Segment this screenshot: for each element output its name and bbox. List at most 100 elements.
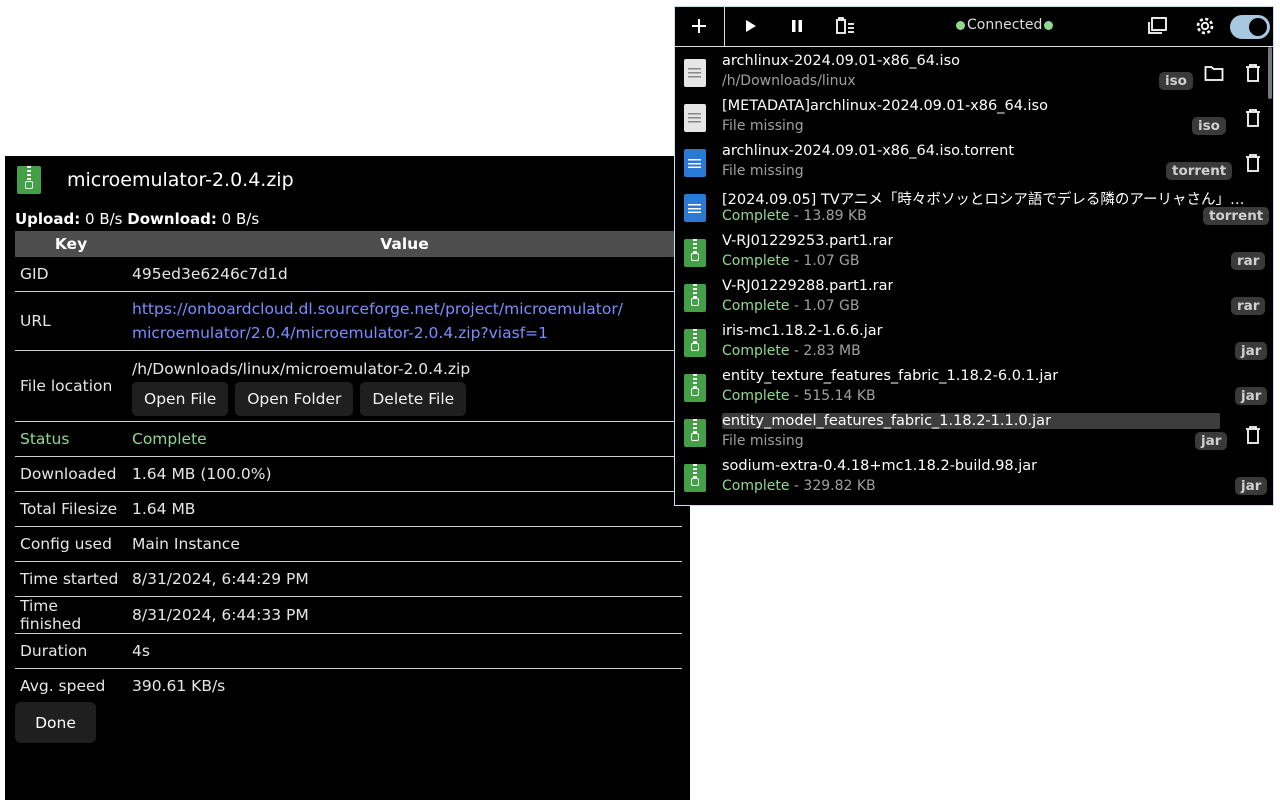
list-item[interactable]: archlinux-2024.09.01-x86_64.iso.torrent F… xyxy=(675,137,1273,182)
connection-status-text: Connected xyxy=(967,17,1043,33)
document-file-icon xyxy=(684,104,706,132)
item-name: entity_model_features_fabric_1.18.2-1.1.… xyxy=(722,413,1220,429)
item-name: [METADATA]archlinux-2024.09.01-x86_64.is… xyxy=(722,98,1048,114)
document-file-icon xyxy=(684,59,706,87)
delete-file-button[interactable]: Delete File xyxy=(360,381,467,416)
item-status: File missing xyxy=(722,433,804,449)
trash-icon[interactable] xyxy=(1242,425,1264,447)
row-location: File location /h/Downloads/linux/microem… xyxy=(15,350,682,422)
open-file-button[interactable]: Open File xyxy=(132,381,229,416)
toolbar-divider xyxy=(724,7,725,46)
value: 495ed3e6246c7d1d xyxy=(127,257,682,292)
url-line-1: https://onboardcloud.dl.sourceforge.net/… xyxy=(132,300,623,318)
window-icon[interactable] xyxy=(1145,14,1169,38)
upload-value: 0 B/s xyxy=(85,210,123,228)
toolbar: Connected xyxy=(675,7,1273,47)
trash-icon[interactable] xyxy=(1242,153,1264,175)
row-status: Status Complete xyxy=(15,421,682,457)
type-badge: iso xyxy=(1159,72,1193,90)
item-status: Complete - 1.07 GB xyxy=(722,298,860,314)
status-value: Complete xyxy=(127,421,682,457)
status-dot-left xyxy=(956,20,965,30)
clear-list-icon[interactable] xyxy=(833,14,857,38)
list-item[interactable]: V-RJ01229288.part1.rar Complete - 1.07 GB… xyxy=(675,272,1273,317)
download-label: Download: xyxy=(127,210,217,228)
item-name: entity_texture_features_fabric_1.18.2-6.… xyxy=(722,368,1059,384)
status-text: Complete xyxy=(722,298,790,314)
type-badge: jar xyxy=(1195,432,1228,450)
zip-file-icon xyxy=(684,374,706,402)
value: 1.64 MB (100.0%) xyxy=(127,456,682,492)
type-badge: rar xyxy=(1231,297,1266,315)
size-text: - 515.14 KB xyxy=(789,388,876,404)
item-name: archlinux-2024.09.01-x86_64.iso.torrent xyxy=(722,143,1015,159)
status-text: Complete xyxy=(722,253,790,269)
item-status: Complete - 1.07 GB xyxy=(722,253,860,269)
row-filesize: Total Filesize 1.64 MB xyxy=(15,491,682,527)
list-item[interactable]: entity_model_features_fabric_1.18.2-1.1.… xyxy=(675,407,1273,452)
zip-file-icon xyxy=(684,284,706,312)
value: 1.64 MB xyxy=(127,491,682,527)
status-text: File missing xyxy=(722,118,804,134)
list-item[interactable]: [2024.09.05] TVアニメ「時々ボソッとロシア語でデレる隣のアーリャさ… xyxy=(675,182,1273,227)
key: Status xyxy=(15,421,127,457)
status-dot-right xyxy=(1044,20,1054,30)
key: GID xyxy=(15,257,127,292)
type-badge: iso xyxy=(1192,117,1226,135)
row-duration: Duration 4s xyxy=(15,633,682,669)
row-downloaded: Downloaded 1.64 MB (100.0%) xyxy=(15,456,682,492)
col-key: Key xyxy=(15,231,127,257)
list-item[interactable]: V-RJ01229253.part1.rar Complete - 1.07 GB… xyxy=(675,227,1273,272)
status-text: Complete xyxy=(722,208,790,224)
key: Total Filesize xyxy=(15,491,127,527)
key: Duration xyxy=(15,633,127,669)
plus-icon[interactable] xyxy=(687,14,711,38)
open-folder-button[interactable]: Open Folder xyxy=(235,381,354,416)
key: Downloaded xyxy=(15,456,127,492)
url-link[interactable]: https://onboardcloud.dl.sourceforge.net/… xyxy=(132,300,623,342)
type-badge: jar xyxy=(1235,342,1268,360)
size-text: - 1.07 GB xyxy=(789,253,860,269)
list-item[interactable]: entity_texture_features_fabric_1.18.2-6.… xyxy=(675,362,1273,407)
row-gid: GID 495ed3e6246c7d1d xyxy=(15,257,682,292)
item-status: Complete - 329.82 KB xyxy=(722,478,876,494)
upload-label: Upload: xyxy=(15,210,81,228)
type-badge: torrent xyxy=(1166,162,1233,180)
value: 390.61 KB/s xyxy=(132,677,226,695)
type-badge: jar xyxy=(1235,387,1268,405)
key: Time finished xyxy=(15,596,127,634)
trash-icon[interactable] xyxy=(1242,108,1264,130)
item-status: Complete - 13.89 KB xyxy=(722,208,867,224)
row-finished: Time finished 8/31/2024, 6:44:33 PM xyxy=(15,596,682,634)
list-item[interactable]: [METADATA]archlinux-2024.09.01-x86_64.is… xyxy=(675,92,1273,137)
gear-icon[interactable] xyxy=(1193,14,1217,38)
list-item[interactable]: iris-mc1.18.2-1.6.6.jar Complete - 2.83 M… xyxy=(675,317,1273,362)
done-button[interactable]: Done xyxy=(15,702,96,743)
folder-icon[interactable] xyxy=(1203,64,1225,86)
value: https://onboardcloud.dl.sourceforge.net/… xyxy=(127,291,682,351)
torrent-file-icon xyxy=(684,149,706,177)
pause-icon[interactable] xyxy=(785,14,809,38)
size-text: - 13.89 KB xyxy=(789,208,867,224)
status-text: Complete xyxy=(722,478,790,494)
row-url: URL https://onboardcloud.dl.sourceforge.… xyxy=(15,291,682,351)
item-name: V-RJ01229253.part1.rar xyxy=(722,233,894,249)
item-name: [2024.09.05] TVアニメ「時々ボソッとロシア語でデレる隣のアーリャさ… xyxy=(722,192,1245,208)
toggle-switch[interactable] xyxy=(1230,15,1270,39)
item-name: V-RJ01229288.part1.rar xyxy=(722,278,894,294)
status-text: /h/Downloads/linux xyxy=(722,73,856,89)
row-speed: Avg. speed 390.61 KB/s xyxy=(15,669,682,704)
trash-icon[interactable] xyxy=(1242,63,1264,85)
url-line-2: microemulator/2.0.4/microemulator-2.0.4.… xyxy=(132,324,548,342)
size-text: - 329.82 KB xyxy=(789,478,876,494)
status-text: Complete xyxy=(722,343,790,359)
item-name: archlinux-2024.09.01-x86_64.iso xyxy=(722,53,960,69)
torrent-file-icon xyxy=(684,194,706,222)
zip-file-icon xyxy=(684,329,706,357)
key: URL xyxy=(15,291,127,351)
play-icon[interactable] xyxy=(738,14,762,38)
item-status: File missing xyxy=(722,118,804,134)
zip-file-icon xyxy=(684,239,706,267)
list-item[interactable]: archlinux-2024.09.01-x86_64.iso/h/Downlo… xyxy=(675,47,1273,92)
list-item[interactable]: sodium-extra-0.4.18+mc1.18.2-build.98.ja… xyxy=(675,452,1273,497)
